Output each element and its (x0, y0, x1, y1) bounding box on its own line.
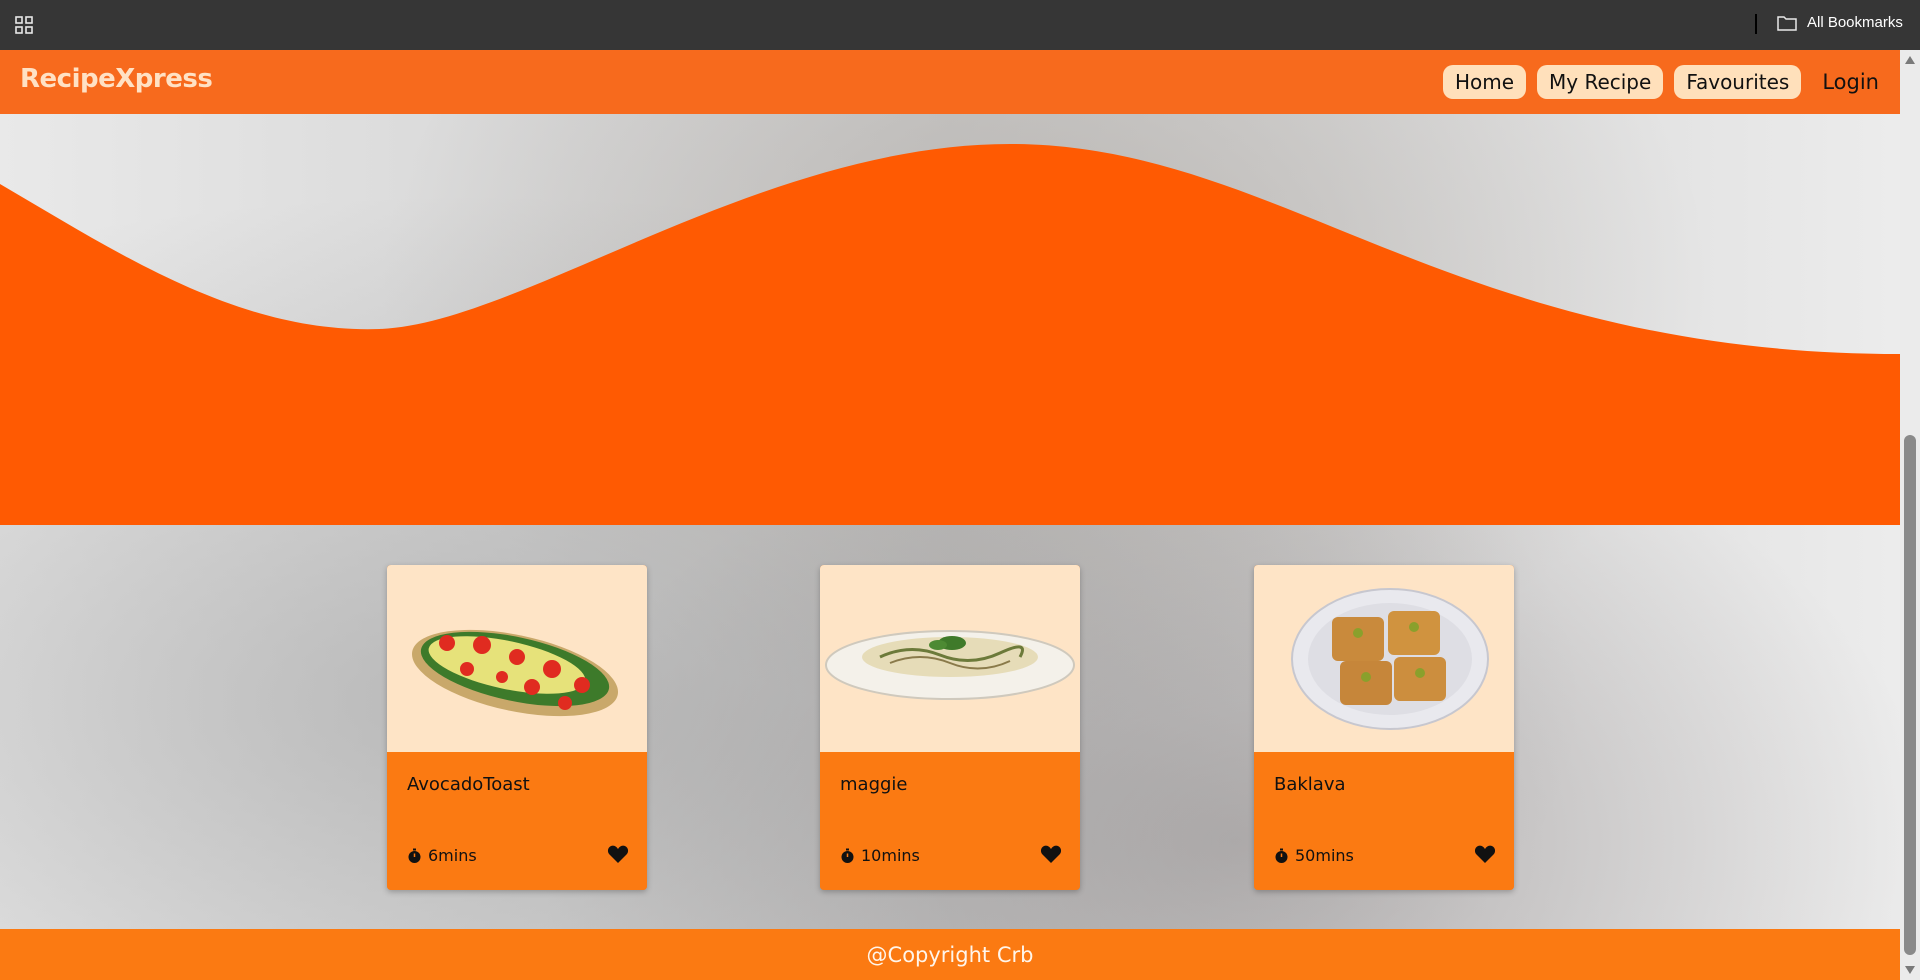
login-link[interactable]: Login (1812, 65, 1887, 99)
scroll-down-arrow-icon[interactable] (1905, 966, 1915, 974)
stopwatch-icon (408, 848, 421, 863)
recipe-card[interactable]: AvocadoToast 6mins (387, 565, 647, 890)
scrollbar-thumb[interactable] (1904, 435, 1916, 955)
heart-icon[interactable] (1040, 844, 1062, 864)
recipe-title: AvocadoToast (407, 774, 530, 795)
vertical-scrollbar[interactable] (1900, 50, 1920, 980)
page-footer: @Copyright Crb (0, 929, 1900, 980)
copyright-text: @Copyright Crb (866, 942, 1034, 967)
scroll-up-arrow-icon[interactable] (1905, 56, 1915, 64)
recipe-card[interactable]: maggie 10mins (820, 565, 1080, 890)
stopwatch-icon (1275, 848, 1288, 863)
all-bookmarks-label: All Bookmarks (1807, 14, 1903, 31)
recipe-time: 50mins (1274, 846, 1354, 865)
baklava-image (1254, 565, 1514, 752)
recipe-time-label: 10mins (861, 846, 920, 865)
stopwatch-icon (841, 848, 854, 863)
recipe-card-list: AvocadoToast 6mins maggie 10mins Baklava… (0, 565, 1900, 890)
heart-icon[interactable] (607, 844, 629, 864)
recipe-time: 10mins (840, 846, 920, 865)
maggie-noodles-image (820, 565, 1080, 752)
recipe-card-body: Baklava 50mins (1254, 752, 1514, 890)
nav-my-recipe-button[interactable]: My Recipe (1537, 65, 1664, 99)
recipe-card-body: AvocadoToast 6mins (387, 752, 647, 890)
recipe-title: Baklava (1274, 774, 1346, 795)
browser-bookmarks-bar: All Bookmarks (0, 0, 1920, 50)
bookmarks-separator (1755, 14, 1757, 34)
hero-wave-shape (0, 144, 1900, 525)
hero-wave-section (0, 114, 1900, 525)
recipe-time-label: 50mins (1295, 846, 1354, 865)
recipe-title: maggie (840, 774, 908, 795)
nav-links: Home My Recipe Favourites Login (1442, 65, 1887, 99)
brand-logo[interactable]: RecipeXpress (20, 64, 213, 94)
folder-icon (1777, 15, 1797, 31)
top-navbar: RecipeXpress Home My Recipe Favourites L… (0, 50, 1900, 114)
all-bookmarks-button[interactable]: All Bookmarks (1777, 14, 1903, 31)
apps-grid-icon[interactable] (15, 16, 33, 34)
avocado-toast-image (387, 565, 647, 752)
page-viewport: RecipeXpress Home My Recipe Favourites L… (0, 50, 1900, 980)
heart-icon[interactable] (1474, 844, 1496, 864)
recipe-card-body: maggie 10mins (820, 752, 1080, 890)
recipe-time-label: 6mins (428, 846, 477, 865)
nav-favourites-button[interactable]: Favourites (1674, 65, 1802, 99)
nav-home-button[interactable]: Home (1442, 65, 1526, 99)
recipe-time: 6mins (407, 846, 477, 865)
recipe-card[interactable]: Baklava 50mins (1254, 565, 1514, 890)
